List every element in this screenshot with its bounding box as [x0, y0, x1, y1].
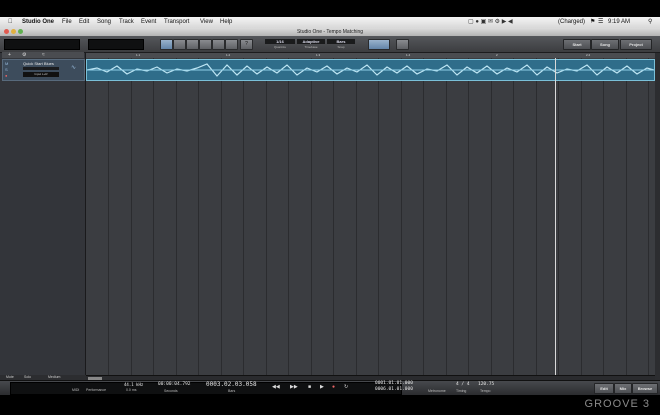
forward-button[interactable]: ▶▶ [290, 384, 298, 390]
menu-event[interactable]: Event [141, 17, 156, 28]
edit-mode-button[interactable] [368, 39, 390, 50]
mix-view-button[interactable]: Mix [614, 383, 632, 394]
wrench-icon[interactable]: ⚙ [22, 52, 26, 58]
timebase-label: Timebase [304, 45, 318, 49]
toolbar: ? 1/16 Quantize Adaptive Timebase Bars S… [0, 36, 660, 53]
volume-slider[interactable] [23, 67, 59, 70]
status-display [88, 39, 144, 50]
quantize-label: Quantize [273, 45, 286, 49]
playhead[interactable] [555, 58, 556, 375]
studio-one-window: Studio One - Tempo Matching ? 1/16 Quant… [0, 28, 660, 395]
window-title: Studio One - Tempo Matching [296, 29, 364, 35]
loop-start[interactable]: 0001.01.01.000 [375, 381, 413, 386]
range-tool-button[interactable] [173, 39, 186, 50]
tempo-value[interactable]: 120.75 [478, 382, 494, 387]
automation-icon[interactable]: ≈ [42, 52, 45, 58]
timing-label: Timing [456, 389, 467, 393]
loop-end[interactable]: 0006.01.01.000 [375, 387, 413, 392]
ruler-mark: 1.2 [226, 53, 231, 57]
start-page-button[interactable]: Start [563, 39, 591, 50]
menu-transport[interactable]: Transport [164, 17, 189, 28]
ruler-mark: 1.1 [136, 53, 141, 57]
tempo-label: Tempo [480, 389, 491, 393]
eraser-tool-button[interactable] [199, 39, 212, 50]
record-arm-button[interactable]: ● [5, 73, 7, 78]
snap-label: Snap [337, 45, 345, 49]
waveform-icon: ∿ [71, 65, 77, 71]
track-list-panel: + ⚙ ≈ M S ● Quick Start Blues Input L+R … [0, 52, 86, 375]
window-titlebar: Studio One - Tempo Matching [0, 28, 660, 36]
bars-display[interactable]: 0003.02.03.058 [206, 381, 257, 388]
menu-track[interactable]: Track [119, 17, 134, 28]
apple-icon[interactable]:  [8, 17, 13, 28]
track-list-toolbar: + ⚙ ≈ [2, 52, 84, 58]
status-icons: ▢ ● ▣ ✉ ⚙ ▶ ◀ [468, 19, 513, 25]
timebase-value[interactable]: Adaptive [297, 39, 325, 44]
mute-tab[interactable]: Mute [6, 375, 14, 379]
song-page-button[interactable]: Song [591, 39, 619, 50]
input-selector[interactable]: Input L+R [23, 72, 59, 77]
mute-tool-button[interactable] [225, 39, 238, 50]
sample-rate: 44.1 kHz [124, 382, 144, 387]
audio-event[interactable] [86, 59, 655, 81]
spotlight-icon[interactable]: ⚲ [648, 17, 652, 28]
metronome-label[interactable]: Metronome [428, 389, 446, 393]
battery-status[interactable]: (Charged) [558, 17, 585, 28]
record-time: 0.0 ms [126, 388, 137, 392]
ruler-mark: 1.3 [316, 53, 321, 57]
song-display [4, 39, 80, 50]
time-display[interactable]: 00:00:04.792 [158, 382, 191, 387]
ruler-mark: 2.2 [586, 53, 591, 57]
groove3-watermark: GROOVE 3 [584, 398, 650, 410]
seconds-label: Seconds [164, 389, 178, 393]
flag-icon[interactable]: ⚑ [590, 17, 595, 28]
play-button[interactable]: ▶ [320, 384, 324, 390]
arrow-tool-button[interactable] [160, 39, 173, 50]
solo-button[interactable]: S [5, 67, 8, 72]
record-button[interactable]: ● [332, 384, 335, 390]
save-button[interactable] [396, 39, 409, 50]
menu-view[interactable]: View [200, 17, 213, 28]
wifi-icon[interactable]: ☰ [598, 17, 603, 28]
edit-view-button[interactable]: Edit [594, 383, 614, 394]
mute-button[interactable]: M [5, 61, 8, 66]
midi-label: MIDI [72, 388, 80, 392]
browse-view-button[interactable]: Browse [632, 383, 658, 394]
waveform [87, 63, 654, 77]
time-signature[interactable]: 4 / 4 [456, 382, 470, 387]
split-tool-button[interactable] [186, 39, 199, 50]
ruler-mark: 2 [496, 53, 498, 57]
bars-label: Bars [228, 389, 236, 393]
help-button[interactable]: ? [240, 39, 253, 50]
paint-tool-button[interactable] [212, 39, 225, 50]
app-menu[interactable]: Studio One [22, 17, 54, 28]
clock[interactable]: 9:19 AM [608, 17, 630, 28]
menu-file[interactable]: File [62, 17, 72, 28]
loop-button[interactable]: ↻ [344, 384, 348, 390]
stop-button[interactable]: ■ [308, 384, 311, 390]
arrangement-view[interactable] [86, 58, 655, 375]
menu-help[interactable]: Help [220, 17, 232, 28]
add-track-icon[interactable]: + [8, 52, 11, 58]
rewind-button[interactable]: ◀◀ [272, 384, 280, 390]
quantize-value[interactable]: 1/16 [265, 39, 295, 44]
performance-label: Performance [86, 388, 107, 392]
menu-song[interactable]: Song [97, 17, 111, 28]
track-name[interactable]: Quick Start Blues [23, 61, 54, 66]
project-page-button[interactable]: Project [620, 39, 652, 50]
transport-bar: 44.1 kHz 0.0 ms MIDI Performance 00:00:0… [0, 380, 660, 395]
zoom-preset[interactable]: Medium [48, 375, 60, 379]
track-header[interactable]: M S ● Quick Start Blues Input L+R ∿ [2, 59, 85, 81]
menu-edit[interactable]: Edit [79, 17, 89, 28]
ruler-mark: 1.4 [406, 53, 411, 57]
snap-value[interactable]: Bars [327, 39, 355, 44]
solo-tab[interactable]: Solo [24, 375, 31, 379]
